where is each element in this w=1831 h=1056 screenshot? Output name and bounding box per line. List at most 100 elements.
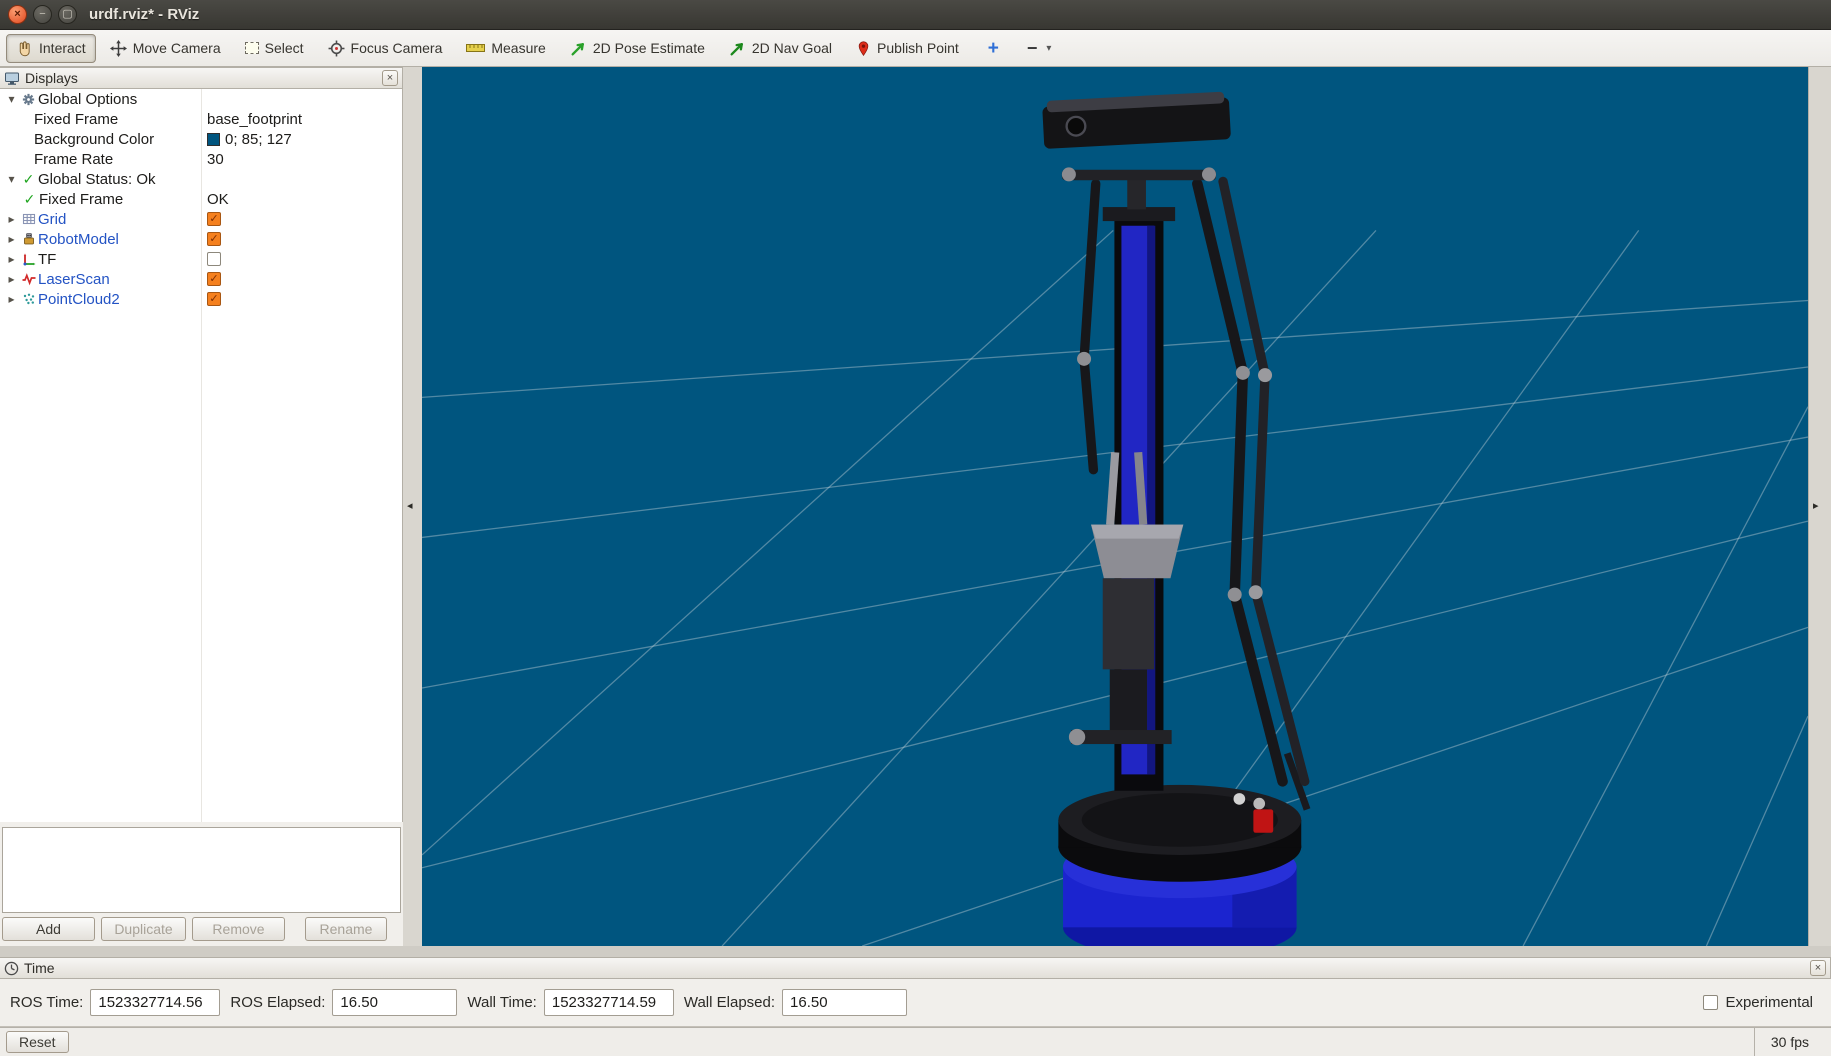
display-enabled-checkbox[interactable]: ✓: [207, 212, 221, 226]
chevron-right-icon[interactable]: ▸: [4, 232, 19, 246]
chevron-right-icon[interactable]: ▸: [4, 252, 19, 266]
displays-panel: Displays × ▾ Global Options Fixed Frame …: [0, 67, 403, 946]
check-icon: ✓: [20, 191, 39, 208]
measure-icon: [466, 42, 485, 54]
panel-close-icon[interactable]: ×: [382, 70, 398, 86]
rename-button[interactable]: Rename: [305, 917, 387, 941]
wall-elapsed-input[interactable]: [782, 989, 907, 1016]
publish-point-icon: [856, 40, 871, 57]
chevron-right-icon[interactable]: ▸: [4, 292, 19, 306]
tool-label: Interact: [39, 40, 86, 56]
statusbar: Reset 30 fps: [0, 1027, 1831, 1056]
collapse-left-icon[interactable]: ◂: [407, 499, 413, 512]
duplicate-button[interactable]: Duplicate: [101, 917, 186, 941]
display-enabled-checkbox[interactable]: ✓: [207, 232, 221, 246]
wall-elapsed-label: Wall Elapsed:: [684, 994, 775, 1011]
toolbar: Interact Move Camera Select Focus Camera…: [0, 30, 1831, 67]
rviz-window: × − ▢ urdf.rviz* - RViz Interact Move Ca…: [0, 0, 1831, 1056]
3d-scene: [422, 67, 1808, 946]
frame-rate-value[interactable]: 30: [201, 151, 402, 168]
tool-label: Measure: [491, 40, 545, 56]
ros-elapsed-input[interactable]: [332, 989, 457, 1016]
tool-interact[interactable]: Interact: [6, 34, 96, 63]
tool-move-camera[interactable]: Move Camera: [100, 34, 231, 63]
tool-2d-pose-estimate[interactable]: 2D Pose Estimate: [560, 34, 715, 63]
pointcloud-icon: [19, 292, 38, 306]
panel-splitter[interactable]: ◂: [403, 67, 422, 946]
nav-arrow-icon: [729, 40, 746, 57]
gear-icon: [19, 92, 38, 107]
tool-label: Select: [265, 40, 304, 56]
robot-model: [1042, 91, 1307, 946]
add-tool-button[interactable]: +: [981, 34, 1006, 63]
displays-tree: ▾ Global Options Fixed Frame base_footpr…: [0, 89, 403, 822]
ros-time-input[interactable]: [90, 989, 220, 1016]
reset-button[interactable]: Reset: [6, 1031, 69, 1053]
hand-icon: [16, 40, 33, 57]
color-swatch[interactable]: [207, 133, 220, 146]
tool-publish-point[interactable]: Publish Point: [846, 34, 969, 63]
remove-button[interactable]: Remove: [192, 917, 285, 941]
minimize-window-icon[interactable]: −: [33, 5, 52, 24]
tool-label: 2D Pose Estimate: [593, 40, 705, 56]
grid-icon: [19, 212, 38, 226]
tool-2d-nav-goal[interactable]: 2D Nav Goal: [719, 34, 842, 63]
time-panel: Time × ROS Time: ROS Elapsed: Wall Time:…: [0, 957, 1831, 1027]
displays-buttons: Add Duplicate Remove Rename: [0, 916, 403, 946]
main-area: Displays × ▾ Global Options Fixed Frame …: [0, 67, 1831, 946]
chevron-down-icon: ▾: [1046, 43, 1051, 54]
panel-title: Time: [24, 960, 1805, 976]
robot-icon: [19, 232, 38, 246]
display-enabled-checkbox[interactable]: ✓: [207, 272, 221, 286]
window-title: urdf.rviz* - RViz: [89, 6, 199, 23]
laser-icon: [19, 272, 38, 286]
chevron-down-icon[interactable]: ▾: [4, 92, 19, 106]
ros-elapsed-label: ROS Elapsed:: [230, 994, 325, 1011]
tool-focus-camera[interactable]: Focus Camera: [318, 34, 453, 63]
background-color-value[interactable]: 0; 85; 127: [225, 131, 292, 148]
titlebar: × − ▢ urdf.rviz* - RViz: [0, 0, 1831, 30]
horizontal-splitter[interactable]: [0, 946, 1831, 957]
collapse-right-icon[interactable]: ▸: [1813, 499, 1819, 512]
displays-panel-header[interactable]: Displays ×: [0, 67, 403, 89]
render-view[interactable]: [422, 67, 1808, 946]
time-close-icon[interactable]: ×: [1810, 960, 1826, 976]
right-splitter[interactable]: ▸: [1808, 67, 1831, 946]
chevron-right-icon[interactable]: ▸: [4, 272, 19, 286]
window-controls: × − ▢: [8, 5, 77, 24]
move-camera-icon: [110, 40, 127, 57]
tool-select[interactable]: Select: [235, 34, 314, 63]
add-button[interactable]: Add: [2, 917, 95, 941]
focus-camera-icon: [328, 40, 345, 57]
column-divider: [201, 89, 202, 822]
tf-icon: [19, 252, 38, 266]
status-value: OK: [201, 191, 402, 208]
panel-title: Displays: [25, 70, 377, 86]
tool-label: 2D Nav Goal: [752, 40, 832, 56]
display-enabled-checkbox[interactable]: ✓: [207, 252, 221, 266]
close-window-icon[interactable]: ×: [8, 5, 27, 24]
time-panel-header[interactable]: Time ×: [0, 957, 1831, 979]
maximize-window-icon[interactable]: ▢: [58, 5, 77, 24]
wall-time-input[interactable]: [544, 989, 674, 1016]
time-fields: ROS Time: ROS Elapsed: Wall Time: Wall E…: [0, 979, 1831, 1027]
chevron-right-icon[interactable]: ▸: [4, 212, 19, 226]
minus-icon: −: [1027, 39, 1038, 57]
fixed-frame-value[interactable]: base_footprint: [201, 111, 402, 128]
remove-tool-button[interactable]: − ▾: [1020, 34, 1059, 63]
fps-counter: 30 fps: [1754, 1028, 1825, 1056]
check-icon: ✓: [19, 171, 38, 188]
experimental-checkbox[interactable]: ✓: [1703, 995, 1718, 1010]
experimental-label: Experimental: [1725, 994, 1813, 1011]
displays-icon: [4, 71, 20, 86]
tool-measure[interactable]: Measure: [456, 34, 555, 63]
head-camera: [1042, 91, 1231, 149]
clock-icon: [4, 961, 19, 976]
tool-label: Focus Camera: [351, 40, 443, 56]
display-enabled-checkbox[interactable]: ✓: [207, 292, 221, 306]
select-box-icon: [245, 42, 259, 54]
ros-time-label: ROS Time:: [10, 994, 83, 1011]
tool-label: Move Camera: [133, 40, 221, 56]
chevron-down-icon[interactable]: ▾: [4, 172, 19, 186]
description-box: [2, 827, 401, 913]
